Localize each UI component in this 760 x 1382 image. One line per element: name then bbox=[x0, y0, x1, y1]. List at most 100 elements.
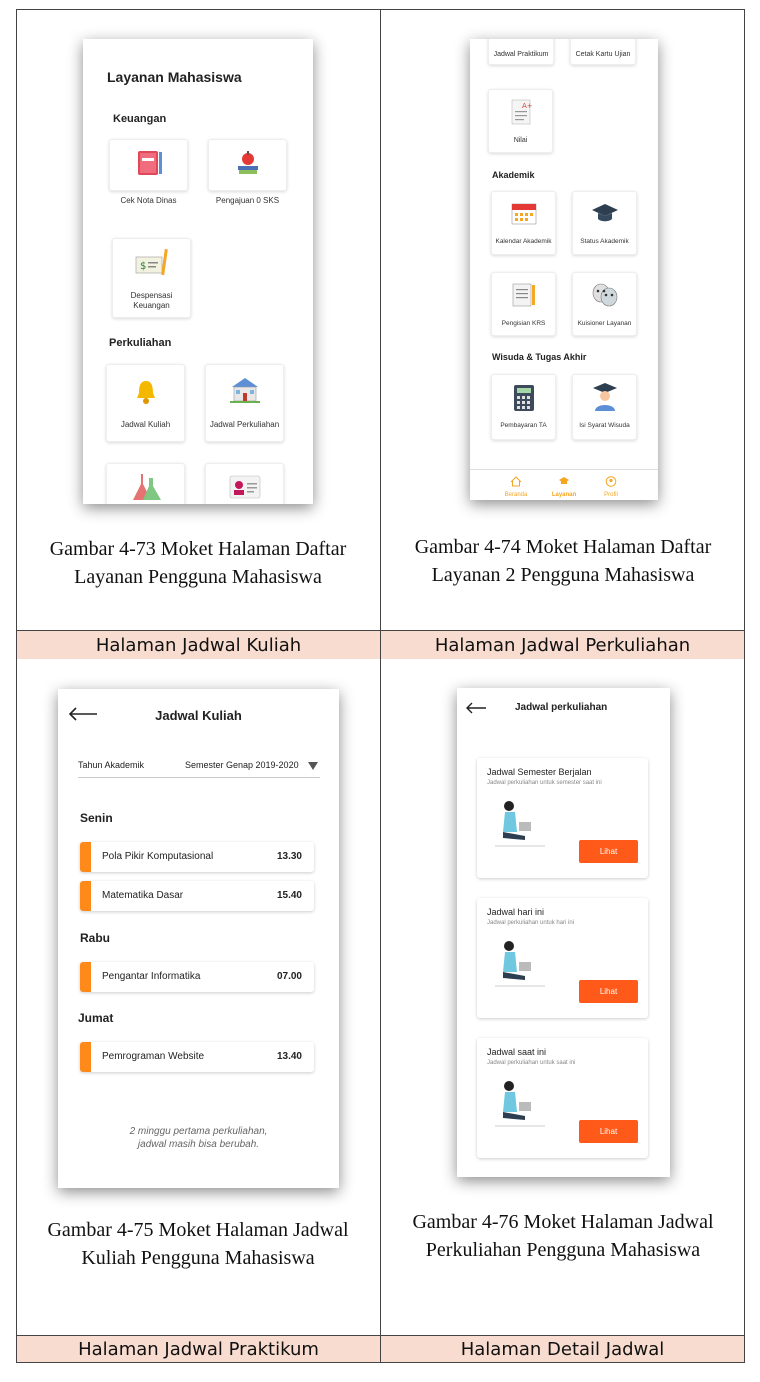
note-line: 2 minggu pertama perkuliahan, bbox=[129, 1126, 268, 1137]
select-label: Tahun Akademik bbox=[78, 760, 145, 770]
service-label: Kalendar Akademik bbox=[495, 238, 552, 245]
home-icon bbox=[510, 476, 522, 487]
card-jadwal-saat-ini: Jadwal saat ini Jadwal perkuliahan untuk… bbox=[477, 1038, 648, 1158]
schedule-row[interactable]: Matematika Dasar 15.40 bbox=[80, 881, 314, 911]
section-akademik: Akademik bbox=[492, 170, 535, 180]
nav-label: Layanan bbox=[551, 492, 577, 498]
service-label: Pengajuan 0 SKS bbox=[215, 196, 280, 205]
header-jadwal-praktikum: Halaman Jadwal Praktikum bbox=[17, 1336, 380, 1362]
lihat-button[interactable]: Lihat bbox=[579, 980, 638, 1003]
section-keuangan: Keuangan bbox=[113, 113, 167, 125]
bottom-nav: Beranda Layanan Profil bbox=[470, 469, 658, 500]
page-title: Jadwal perkuliahan bbox=[515, 702, 608, 713]
service-kartu[interactable] bbox=[205, 463, 284, 504]
course-time: 13.30 bbox=[276, 851, 302, 862]
card-title: Jadwal Semester Berjalan bbox=[487, 767, 592, 777]
caption-4-76: Gambar 4-76 Moket Halaman Jadwal Perkuli… bbox=[412, 1211, 714, 1261]
nav-label: Beranda bbox=[504, 492, 528, 498]
service-pengisian-krs[interactable]: Pengisian KRS bbox=[491, 272, 556, 336]
service-cek-nota-dinas[interactable]: Cek Nota Dinas bbox=[109, 139, 188, 205]
service-label: Cek Nota Dinas bbox=[120, 196, 177, 205]
service-jadwal-praktikum[interactable]: Jadwal Praktikum bbox=[488, 39, 554, 65]
service-label: Jadwal Praktikum bbox=[493, 51, 549, 58]
row-accent bbox=[80, 881, 91, 911]
section-wisuda: Wisuda & Tugas Akhir bbox=[492, 352, 587, 362]
service-pembayaran-ta[interactable]: Pembayaran TA bbox=[491, 374, 556, 440]
service-label: Kuisioner Layanan bbox=[577, 320, 632, 327]
dropdown-triangle-icon bbox=[308, 762, 318, 770]
card-title: Jadwal hari ini bbox=[487, 907, 545, 917]
bell-icon bbox=[136, 381, 155, 404]
section-perkuliahan: Perkuliahan bbox=[109, 337, 172, 349]
card-subtitle: Jadwal perkuliahan untuk semester saat i… bbox=[487, 780, 602, 786]
schedule-row[interactable]: Pola Pikir Komputasional 13.30 bbox=[80, 842, 314, 872]
note-line: jadwal masih bisa berubah. bbox=[137, 1139, 260, 1150]
service-label: Cetak Kartu Ujian bbox=[575, 51, 631, 58]
service-jadwal-kuliah[interactable]: Jadwal Kuliah bbox=[106, 364, 185, 442]
student-laptop-illustration bbox=[495, 801, 545, 847]
notebook-icon bbox=[137, 151, 162, 175]
service-label: Jadwal Perkuliahan bbox=[209, 420, 280, 429]
course-name: Matematika Dasar bbox=[102, 890, 184, 901]
service-praktikum[interactable] bbox=[106, 463, 185, 504]
card-title: Jadwal saat ini bbox=[487, 1047, 547, 1057]
graduation-cap-icon bbox=[591, 204, 618, 222]
service-label: Nilai bbox=[513, 137, 528, 144]
nav-beranda[interactable]: Beranda bbox=[502, 474, 530, 498]
service-pengajuan-0-sks[interactable]: Pengajuan 0 SKS bbox=[208, 139, 287, 205]
card-subtitle: Jadwal perkuliahan untuk saat ini bbox=[487, 1060, 576, 1066]
svg-text:$: $ bbox=[140, 261, 146, 272]
service-jadwal-perkuliahan[interactable]: Jadwal Perkuliahan bbox=[205, 364, 284, 442]
caption-4-75: Gambar 4-75 Moket Halaman Jadwal Kuliah … bbox=[47, 1219, 349, 1269]
lihat-button[interactable]: Lihat bbox=[579, 840, 638, 863]
card-subtitle: Jadwal perkuliahan untuk hari ini bbox=[487, 920, 575, 926]
day-rabu: Rabu bbox=[80, 931, 110, 945]
flask-icon bbox=[132, 474, 161, 500]
nav-profil[interactable]: Profil bbox=[597, 474, 625, 498]
id-card-icon bbox=[229, 475, 260, 499]
service-nilai[interactable]: A+ Nilai bbox=[488, 89, 553, 153]
service-despensasi-keuangan[interactable]: $ Despensasi Keuangan bbox=[112, 238, 191, 318]
phone-jadwal-perkuliahan: Jadwal perkuliahan Jadwal Semester Berja… bbox=[457, 688, 670, 1177]
row-accent bbox=[80, 962, 91, 992]
card-jadwal-semester: Jadwal Semester Berjalan Jadwal perkulia… bbox=[477, 758, 648, 878]
service-status-akademik[interactable]: Status Akademik bbox=[572, 191, 637, 255]
service-isi-syarat-wisuda[interactable]: Isi Syarat Wisuda bbox=[572, 374, 637, 440]
card-jadwal-hari-ini: Jadwal hari ini Jadwal perkuliahan untuk… bbox=[477, 898, 648, 1018]
header-jadwal-kuliah: Halaman Jadwal Kuliah bbox=[17, 631, 380, 659]
calculator-icon bbox=[513, 385, 534, 411]
schedule-row[interactable]: Pemrograman Website 13.40 bbox=[80, 1042, 314, 1072]
row-accent bbox=[80, 1042, 91, 1072]
page-title: Jadwal Kuliah bbox=[155, 708, 242, 723]
cap-icon bbox=[559, 477, 569, 484]
day-jumat: Jumat bbox=[78, 1011, 114, 1025]
nav-layanan[interactable]: Layanan bbox=[548, 474, 580, 498]
column-divider bbox=[380, 9, 381, 1363]
academic-year-select[interactable]: Tahun Akademik Semester Genap 2019-2020 bbox=[78, 759, 320, 778]
phone-jadwal-kuliah: Jadwal Kuliah Tahun Akademik Semester Ge… bbox=[58, 689, 339, 1188]
school-icon bbox=[229, 378, 260, 403]
lihat-button[interactable]: Lihat bbox=[579, 1120, 638, 1143]
nav-label: Profil bbox=[604, 492, 618, 498]
service-label: Pengisian KRS bbox=[501, 320, 546, 327]
document-pencil-icon bbox=[512, 283, 535, 307]
masks-icon bbox=[592, 283, 617, 307]
cheque-icon: $ bbox=[135, 248, 168, 276]
header-detail-jadwal: Halaman Detail Jadwal bbox=[381, 1336, 744, 1362]
grade-paper-icon: A+ bbox=[511, 99, 532, 125]
header-jadwal-perkuliahan: Halaman Jadwal Perkuliahan bbox=[381, 631, 744, 659]
service-label: Jadwal Kuliah bbox=[120, 420, 171, 429]
course-name: Pengantar Informatika bbox=[102, 971, 201, 982]
course-time: 15.40 bbox=[276, 890, 302, 901]
service-cetak-kartu-ujian[interactable]: Cetak Kartu Ujian bbox=[570, 39, 636, 65]
back-arrow-icon[interactable] bbox=[465, 702, 487, 714]
select-value: Semester Genap 2019-2020 bbox=[185, 760, 299, 770]
service-kuisioner-layanan[interactable]: Kuisioner Layanan bbox=[572, 272, 637, 336]
student-laptop-illustration bbox=[495, 941, 545, 987]
service-kalendar-akademik[interactable]: Kalendar Akademik bbox=[491, 191, 556, 255]
course-name: Pola Pikir Komputasional bbox=[102, 851, 214, 862]
schedule-row[interactable]: Pengantar Informatika 07.00 bbox=[80, 962, 314, 992]
row-accent bbox=[80, 842, 91, 872]
course-name: Pemrograman Website bbox=[102, 1051, 205, 1062]
course-time: 13.40 bbox=[276, 1051, 302, 1062]
